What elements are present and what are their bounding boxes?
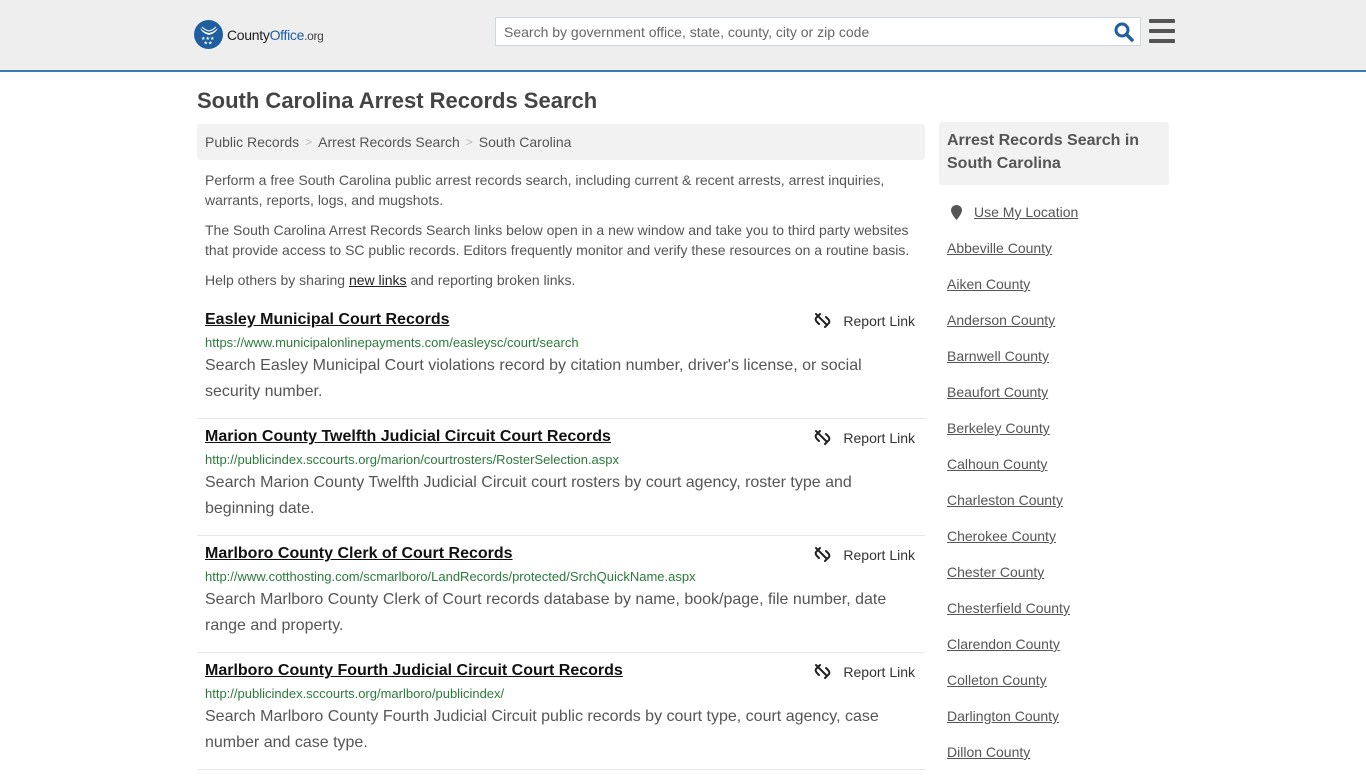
county-link[interactable]: Chesterfield County <box>947 600 1070 616</box>
site-search <box>495 17 1141 46</box>
sidebar-county-item: Dillon County <box>947 742 1169 778</box>
breadcrumb-separator: > <box>305 135 313 149</box>
sidebar-county-item: Aiken County <box>947 274 1169 310</box>
results-list: Easley Municipal Court Records Report Li… <box>197 302 925 770</box>
menu-bar <box>1149 29 1175 33</box>
logo-wordmark: CountyOffice.org <box>227 26 324 43</box>
breadcrumb-public-records[interactable]: Public Records <box>205 134 299 150</box>
sidebar-county-item: Darlington County <box>947 706 1169 742</box>
search-button[interactable] <box>1108 18 1140 45</box>
result-description: Search Easley Municipal Court violations… <box>205 357 862 400</box>
county-link[interactable]: Anderson County <box>947 312 1055 328</box>
breadcrumb-arrest-records-search[interactable]: Arrest Records Search <box>318 134 460 150</box>
county-link[interactable]: Cherokee County <box>947 528 1056 544</box>
intro-help-paragraph: Help others by sharing new links and rep… <box>205 272 576 288</box>
intro-text: Perform a free South Carolina public arr… <box>205 170 920 300</box>
sidebar-county-item: Chesterfield County <box>947 598 1169 634</box>
sidebar-county-item: Barnwell County <box>947 346 1169 382</box>
county-link[interactable]: Chester County <box>947 564 1044 580</box>
sidebar-county-item: Calhoun County <box>947 454 1169 490</box>
sidebar-county-item: Clarendon County <box>947 634 1169 670</box>
broken-link-icon <box>815 313 831 328</box>
county-link[interactable]: Berkeley County <box>947 420 1050 436</box>
sidebar: Arrest Records Search in South Carolina … <box>939 122 1169 778</box>
county-link[interactable]: Calhoun County <box>947 456 1047 472</box>
intro-paragraph: The South Carolina Arrest Records Search… <box>205 222 910 258</box>
search-input[interactable] <box>496 18 1108 45</box>
sidebar-county-item: Chester County <box>947 562 1169 598</box>
county-link[interactable]: Dillon County <box>947 744 1030 760</box>
sidebar-county-item: Colleton County <box>947 670 1169 706</box>
intro-paragraph: Perform a free South Carolina public arr… <box>205 172 885 208</box>
breadcrumb-separator: > <box>465 135 473 149</box>
breadcrumb: Public Records > Arrest Records Search >… <box>197 124 925 160</box>
report-link-button[interactable]: Report Link <box>814 546 915 563</box>
report-link-button[interactable]: Report Link <box>814 663 915 680</box>
eagle-stars-logo-icon: ★★★ ★★ <box>194 20 223 49</box>
result-item: Easley Municipal Court Records Report Li… <box>197 302 925 419</box>
report-link-button[interactable]: Report Link <box>814 312 915 329</box>
svg-text:★★: ★★ <box>203 40 212 45</box>
result-item: Marlboro County Clerk of Court Records R… <box>197 536 925 653</box>
result-description: Search Marlboro County Fourth Judicial C… <box>205 708 879 751</box>
county-link[interactable]: Abbeville County <box>947 240 1052 256</box>
result-url: http://publicindex.sccourts.org/marlboro… <box>205 686 505 701</box>
broken-link-icon <box>815 547 831 562</box>
menu-bar <box>1149 19 1175 23</box>
county-link[interactable]: Darlington County <box>947 708 1059 724</box>
county-list: Use My Location Abbeville County Aiken C… <box>939 202 1169 778</box>
county-link[interactable]: Aiken County <box>947 276 1030 292</box>
result-item: Marlboro County Fourth Judicial Circuit … <box>197 653 925 770</box>
result-url: https://www.municipalonlinepayments.com/… <box>205 335 579 350</box>
county-link[interactable]: Clarendon County <box>947 636 1060 652</box>
result-item: Marion County Twelfth Judicial Circuit C… <box>197 419 925 536</box>
county-link[interactable]: Beaufort County <box>947 384 1048 400</box>
sidebar-county-item: Berkeley County <box>947 418 1169 454</box>
breadcrumb-south-carolina[interactable]: South Carolina <box>479 134 572 150</box>
use-my-location-item: Use My Location <box>947 202 1169 222</box>
map-pin-icon <box>951 204 962 220</box>
county-link[interactable]: Colleton County <box>947 672 1047 688</box>
menu-bar <box>1149 39 1175 43</box>
result-title-link[interactable]: Marlboro County Fourth Judicial Circuit … <box>205 661 623 681</box>
sidebar-county-item: Cherokee County <box>947 526 1169 562</box>
sidebar-county-item: Anderson County <box>947 310 1169 346</box>
sidebar-county-item: Abbeville County <box>947 238 1169 274</box>
new-links-link[interactable]: new links <box>349 272 407 288</box>
search-icon <box>1114 22 1134 42</box>
hamburger-menu-icon[interactable] <box>1149 19 1175 43</box>
county-link[interactable]: Charleston County <box>947 492 1063 508</box>
sidebar-heading: Arrest Records Search in South Carolina <box>939 122 1169 185</box>
site-logo[interactable]: ★★★ ★★ CountyOffice.org <box>194 20 324 49</box>
result-title-link[interactable]: Easley Municipal Court Records <box>205 310 450 330</box>
page-title: South Carolina Arrest Records Search <box>197 88 598 113</box>
broken-link-icon <box>815 664 831 679</box>
result-title-link[interactable]: Marlboro County Clerk of Court Records <box>205 544 513 564</box>
result-title-link[interactable]: Marion County Twelfth Judicial Circuit C… <box>205 427 611 447</box>
report-link-button[interactable]: Report Link <box>814 429 915 446</box>
result-url: http://www.cotthosting.com/scmarlboro/La… <box>205 569 696 584</box>
sidebar-county-item: Beaufort County <box>947 382 1169 418</box>
result-url: http://publicindex.sccourts.org/marion/c… <box>205 452 620 467</box>
sidebar-county-item: Charleston County <box>947 490 1169 526</box>
broken-link-icon <box>815 430 831 445</box>
use-my-location-link[interactable]: Use My Location <box>974 204 1078 220</box>
county-link[interactable]: Barnwell County <box>947 348 1049 364</box>
result-description: Search Marlboro County Clerk of Court re… <box>205 591 887 634</box>
site-header: ★★★ ★★ CountyOffice.org <box>0 0 1366 72</box>
result-description: Search Marion County Twelfth Judicial Ci… <box>205 474 852 517</box>
